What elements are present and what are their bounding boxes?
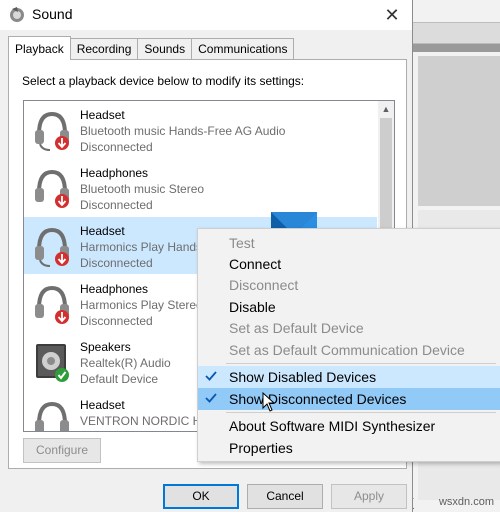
title-bar[interactable]: Sound ✕ (0, 0, 412, 30)
speaker-icon (36, 344, 69, 382)
headphones-icon (35, 169, 69, 208)
menu-item-set-default-communication-device[interactable]: Set as Default Communication Device (198, 339, 500, 361)
tab-recording[interactable]: Recording (69, 38, 139, 59)
tab-strip: Playback Recording Sounds Communications (8, 36, 295, 60)
menu-item-label: Disconnect (229, 277, 299, 293)
background-toolbar-dark (412, 44, 500, 52)
mouse-cursor-icon (262, 392, 276, 412)
close-icon: ✕ (384, 4, 400, 25)
device-name: Headset (80, 398, 125, 412)
menu-item-label: Set as Default Device (229, 320, 364, 336)
menu-item-label: Test (229, 235, 255, 251)
menu-item-show-disabled-devices[interactable]: Show Disabled Devices (198, 366, 500, 388)
menu-item-disconnect[interactable]: Disconnect (198, 274, 500, 296)
menu-item-set-default-device[interactable]: Set as Default Device (198, 317, 500, 339)
scroll-up-arrow-icon[interactable]: ▲ (378, 101, 394, 117)
apply-button[interactable]: Apply (331, 484, 407, 509)
window-title: Sound (32, 6, 73, 22)
menu-item-label: Set as Default Communication Device (229, 342, 465, 358)
menu-item-properties[interactable]: Properties (198, 437, 500, 459)
menu-item-disable[interactable]: Disable (198, 296, 500, 318)
menu-item-about-midi-synthesizer[interactable]: About Software MIDI Synthesizer (198, 415, 500, 437)
device-description: VENTRON NORDIC H (80, 414, 202, 428)
device-name: Headphones (80, 282, 149, 296)
instruction-text: Select a playback device below to modify… (22, 74, 305, 88)
checkmark-icon (205, 393, 217, 403)
device-name: Headphones (80, 166, 149, 180)
device-description: Harmonics Play Hands (80, 240, 203, 254)
device-name: Headset (80, 108, 125, 122)
menu-item-label: About Software MIDI Synthesizer (229, 418, 436, 434)
device-name: Headset (80, 224, 125, 238)
menu-item-label: Properties (229, 440, 293, 456)
device-item[interactable]: Headset Bluetooth music Hands-Free AG Au… (24, 101, 377, 158)
device-description: Realtek(R) Audio (80, 356, 171, 370)
device-status: Disconnected (80, 256, 153, 270)
background-toolbar (412, 22, 500, 44)
menu-item-test[interactable]: Test (198, 232, 500, 254)
device-status: Disconnected (80, 314, 153, 328)
device-description: Bluetooth music Hands-Free AG Audio (80, 124, 286, 138)
headset-icon (35, 401, 69, 431)
device-status: Disconnected (80, 198, 153, 212)
menu-item-label: Disable (229, 299, 276, 315)
device-status: Default Device (80, 372, 159, 386)
cancel-button[interactable]: Cancel (247, 484, 323, 509)
close-button[interactable]: ✕ (372, 0, 412, 30)
menu-item-label: Show Disconnected Devices (229, 391, 407, 407)
headset-icon (35, 227, 69, 267)
tab-communications[interactable]: Communications (191, 38, 295, 59)
headset-icon (35, 111, 69, 151)
menu-separator (226, 412, 496, 413)
menu-item-label: Show Disabled Devices (229, 369, 377, 385)
ok-button[interactable]: OK (163, 484, 239, 509)
context-menu: Test Connect Disconnect Disable Set as D… (197, 228, 500, 462)
menu-item-connect[interactable]: Connect (198, 253, 500, 275)
watermark-text: wsxdn.com (438, 496, 494, 508)
background-panel (418, 56, 500, 206)
headphones-icon (35, 285, 69, 324)
device-status: Disconnected (80, 140, 153, 154)
speaker-title-icon (10, 7, 24, 22)
device-description: Harmonics Play Stereo (80, 298, 203, 312)
menu-item-label: Connect (229, 256, 282, 272)
tab-sounds[interactable]: Sounds (137, 38, 193, 59)
configure-button[interactable]: Configure (23, 438, 101, 463)
tab-playback[interactable]: Playback (8, 36, 71, 60)
checkmark-icon (205, 371, 217, 381)
device-description: Bluetooth music Stereo (80, 182, 205, 196)
device-name: Speakers (80, 340, 131, 354)
device-item[interactable]: Headphones Bluetooth music Stereo Discon… (24, 159, 377, 216)
menu-item-show-disconnected-devices[interactable]: Show Disconnected Devices (198, 388, 500, 410)
menu-separator (226, 363, 496, 364)
